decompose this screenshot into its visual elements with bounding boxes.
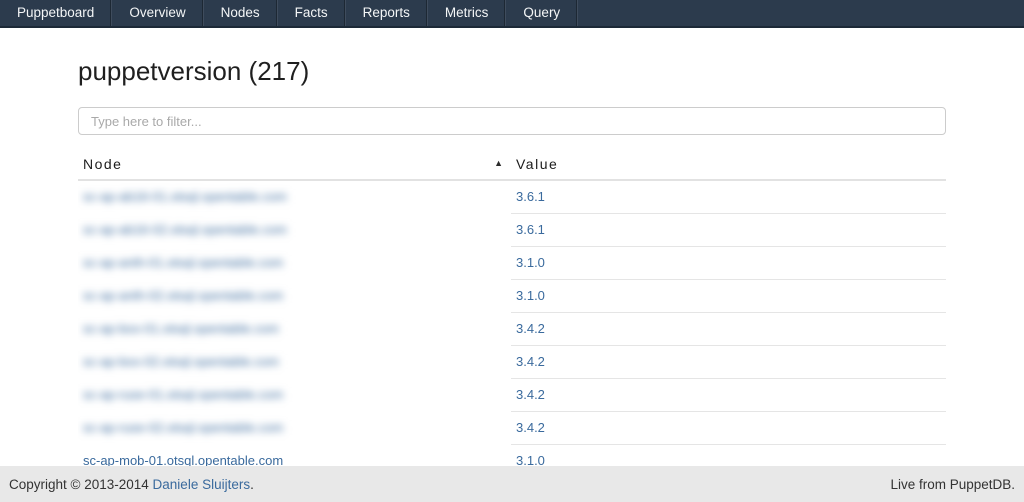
- footer-copyright: Copyright © 2013-2014 Daniele Sluijters.: [9, 477, 254, 492]
- nav-item-reports[interactable]: Reports: [345, 0, 427, 26]
- page-title: puppetversion (217): [78, 56, 946, 87]
- main-content: puppetversion (217) Node ▲ Value sc-ap-a…: [78, 56, 946, 478]
- value-cell: 3.4.2: [511, 378, 946, 411]
- node-link[interactable]: sc-ap-ruse-01.otsql.opentable.com: [78, 379, 295, 410]
- node-link[interactable]: sc-ap-box-01.otsql.opentable.com: [78, 313, 291, 344]
- column-header-node-label: Node: [83, 156, 122, 172]
- nav-item-facts[interactable]: Facts: [277, 0, 345, 26]
- value-cell: 3.6.1: [511, 213, 946, 246]
- node-link[interactable]: sc-ap-box-02.otsql.opentable.com: [78, 346, 291, 377]
- nav-item-nodes[interactable]: Nodes: [203, 0, 277, 26]
- value-cell: 3.4.2: [511, 312, 946, 345]
- node-cell: sc-ap-box-02.otsql.opentable.com: [78, 345, 511, 378]
- nav-menu: OverviewNodesFactsReportsMetricsQuery: [111, 0, 578, 26]
- value-link[interactable]: 3.4.2: [516, 354, 545, 369]
- table-row: sc-ap-anth-02.otsql.opentable.com 3.1.0: [78, 279, 946, 312]
- value-link[interactable]: 3.4.2: [516, 321, 545, 336]
- sort-asc-icon: ▲: [494, 158, 503, 168]
- top-navbar: Puppetboard OverviewNodesFactsReportsMet…: [0, 0, 1024, 28]
- node-link[interactable]: sc-ap-ruse-02.otsql.opentable.com: [78, 412, 295, 443]
- column-header-node[interactable]: Node ▲: [78, 151, 511, 180]
- footer-copyright-text: Copyright © 2013-2014: [9, 477, 153, 492]
- node-link[interactable]: sc-ap-ab16-01.otsql.opentable.com: [78, 181, 299, 212]
- value-link[interactable]: 3.1.0: [516, 288, 545, 303]
- value-link[interactable]: 3.4.2: [516, 420, 545, 435]
- table-row: sc-ap-ab16-02.otsql.opentable.com 3.6.1: [78, 213, 946, 246]
- nav-item-query[interactable]: Query: [505, 0, 577, 26]
- node-link[interactable]: sc-ap-anth-01.otsql.opentable.com: [78, 247, 295, 278]
- value-cell: 3.1.0: [511, 246, 946, 279]
- nav-item-overview[interactable]: Overview: [111, 0, 202, 26]
- value-link[interactable]: 3.6.1: [516, 189, 545, 204]
- node-cell: sc-ap-ruse-02.otsql.opentable.com: [78, 411, 511, 444]
- nav-separator: [577, 0, 578, 26]
- node-cell: sc-ap-ruse-01.otsql.opentable.com: [78, 378, 511, 411]
- node-cell: sc-ap-anth-02.otsql.opentable.com: [78, 279, 511, 312]
- node-link[interactable]: sc-ap-anth-02.otsql.opentable.com: [78, 280, 295, 311]
- table-row: sc-ap-ruse-02.otsql.opentable.com 3.4.2: [78, 411, 946, 444]
- value-link[interactable]: 3.4.2: [516, 387, 545, 402]
- node-cell: sc-ap-ab16-01.otsql.opentable.com: [78, 180, 511, 213]
- nav-item-metrics[interactable]: Metrics: [427, 0, 506, 26]
- node-cell: sc-ap-box-01.otsql.opentable.com: [78, 312, 511, 345]
- value-cell: 3.1.0: [511, 279, 946, 312]
- table-row: sc-ap-ab16-01.otsql.opentable.com 3.6.1: [78, 180, 946, 213]
- facts-table: Node ▲ Value sc-ap-ab16-01.otsql.opentab…: [78, 151, 946, 478]
- filter-input[interactable]: [78, 107, 946, 135]
- node-cell: sc-ap-ab16-02.otsql.opentable.com: [78, 213, 511, 246]
- footer-copyright-suffix: .: [250, 477, 254, 492]
- table-row: sc-ap-box-02.otsql.opentable.com 3.4.2: [78, 345, 946, 378]
- table-row: sc-ap-ruse-01.otsql.opentable.com 3.4.2: [78, 378, 946, 411]
- table-row: sc-ap-anth-01.otsql.opentable.com 3.1.0: [78, 246, 946, 279]
- value-cell: 3.4.2: [511, 345, 946, 378]
- table-row: sc-ap-box-01.otsql.opentable.com 3.4.2: [78, 312, 946, 345]
- nav-brand[interactable]: Puppetboard: [0, 0, 111, 26]
- table-header-row: Node ▲ Value: [78, 151, 946, 180]
- value-link[interactable]: 3.6.1: [516, 222, 545, 237]
- footer: Copyright © 2013-2014 Daniele Sluijters.…: [0, 466, 1024, 502]
- node-cell: sc-ap-anth-01.otsql.opentable.com: [78, 246, 511, 279]
- value-cell: 3.6.1: [511, 180, 946, 213]
- author-link[interactable]: Daniele Sluijters: [153, 477, 251, 492]
- footer-status: Live from PuppetDB.: [890, 477, 1015, 492]
- value-cell: 3.4.2: [511, 411, 946, 444]
- value-link[interactable]: 3.1.0: [516, 255, 545, 270]
- node-link[interactable]: sc-ap-ab16-02.otsql.opentable.com: [78, 214, 299, 245]
- column-header-value[interactable]: Value: [511, 151, 946, 180]
